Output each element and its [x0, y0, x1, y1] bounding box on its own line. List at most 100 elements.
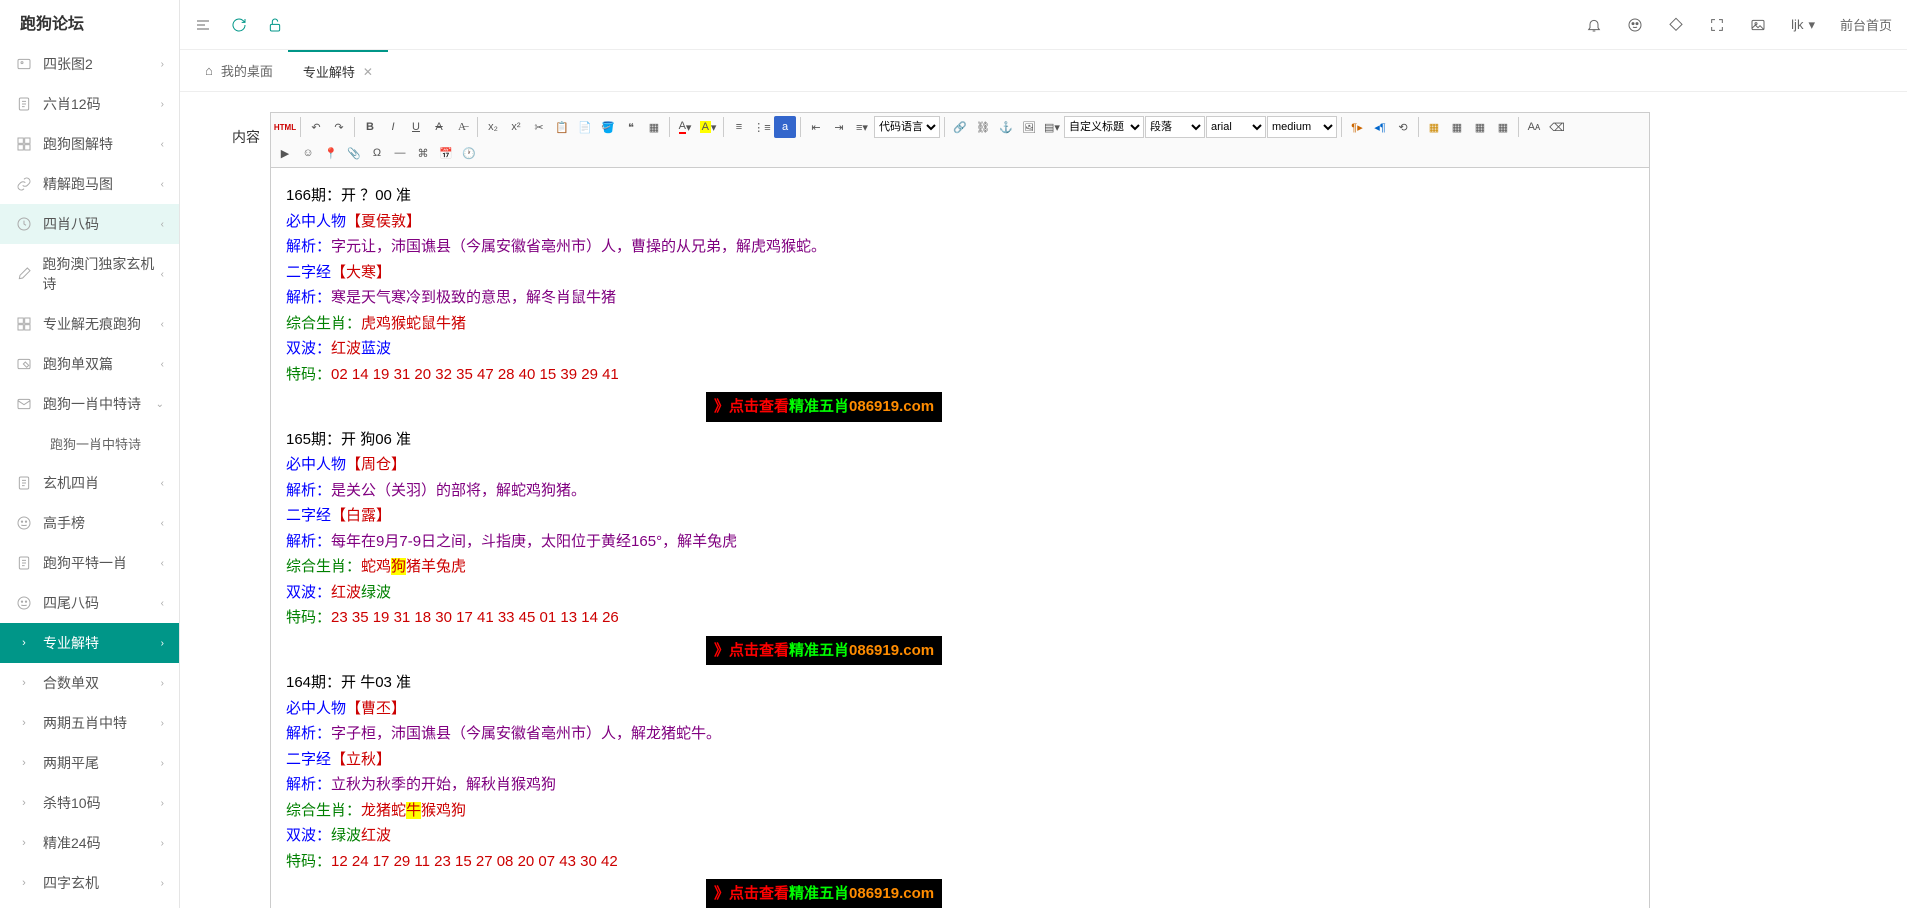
editor-body[interactable]: 166期：开 ？00 准必中人物【夏侯敦】解析：字元让，沛国谯县（今属安徽省亳州…	[270, 168, 1650, 908]
person-label: 必中人物	[286, 456, 346, 473]
right-icon: ›	[15, 794, 33, 812]
sutra-label: 二字经	[286, 264, 331, 281]
redo-button[interactable]: ↷	[328, 116, 350, 138]
analysis-label: 解析：	[286, 776, 331, 793]
style-select[interactable]: 自定义标题	[1064, 116, 1144, 138]
sidebar-item-20[interactable]: ›四字玄机›	[0, 863, 179, 903]
media-button[interactable]: ▶	[274, 142, 296, 164]
sidebar-item-16[interactable]: ›两期五肖中特›	[0, 703, 179, 743]
theme-icon[interactable]	[1627, 17, 1643, 33]
fullscreen-icon[interactable]	[1709, 17, 1725, 33]
sidebar-label: 合数单双	[43, 673, 99, 693]
ul-button[interactable]: ⋮≡	[751, 116, 773, 138]
dir-button[interactable]: ⟲	[1392, 116, 1414, 138]
sidebar-item-0[interactable]: 四张图2›	[0, 44, 179, 84]
indent-button[interactable]: ⇥	[828, 116, 850, 138]
refresh-icon[interactable]	[231, 17, 247, 33]
sidebar-item-6[interactable]: 专业解无痕跑狗‹	[0, 304, 179, 344]
sidebar-item-1[interactable]: 六肖12码›	[0, 84, 179, 124]
sidebar-item-17[interactable]: ›两期平尾›	[0, 743, 179, 783]
italic-button[interactable]: I	[382, 116, 404, 138]
size-select[interactable]: medium	[1267, 116, 1337, 138]
case-button[interactable]: Aᴀ	[1523, 116, 1545, 138]
menu-toggle-icon[interactable]	[195, 17, 211, 33]
paste-button[interactable]: 📄	[574, 116, 596, 138]
unlink-button[interactable]: ⛓	[972, 116, 994, 138]
tag-icon[interactable]	[1668, 17, 1684, 33]
sidebar-item-15[interactable]: ›合数单双›	[0, 663, 179, 703]
codelang-select[interactable]: 代码语言	[874, 116, 940, 138]
emoji-button[interactable]: ☺	[297, 142, 319, 164]
sidebar-item-2[interactable]: 跑狗图解特‹	[0, 124, 179, 164]
promo-banner[interactable]: 》点击查看精准五肖086919.com	[706, 392, 942, 422]
html-source-button[interactable]: HTML	[274, 116, 296, 138]
format-select[interactable]: 段落	[1145, 116, 1205, 138]
pagebreak-button[interactable]: ⌘	[412, 142, 434, 164]
fontcolor-button[interactable]: A▾	[674, 116, 696, 138]
person-value: 【周仓】	[346, 456, 406, 473]
sidebar-item-7[interactable]: 跑狗单双篇‹	[0, 344, 179, 384]
align-right-button[interactable]: ▦	[1469, 116, 1491, 138]
sidebar-item-10[interactable]: 玄机四肖‹	[0, 463, 179, 503]
tab-0[interactable]: ⌂我的桌面	[190, 50, 288, 91]
image-icon[interactable]	[1750, 17, 1766, 33]
promo-banner[interactable]: 》点击查看精准五肖086919.com	[706, 879, 942, 908]
promo-banner[interactable]: 》点击查看精准五肖086919.com	[706, 636, 942, 666]
user-dropdown[interactable]: ljk ▾	[1791, 17, 1815, 33]
sub-button[interactable]: x₂	[482, 116, 504, 138]
copy-button[interactable]: 📋	[551, 116, 573, 138]
tab-1[interactable]: 专业解特✕	[288, 50, 388, 91]
sidebar-item-13[interactable]: 四尾八码‹	[0, 583, 179, 623]
strike-button[interactable]: A	[428, 116, 450, 138]
sidebar-item-14[interactable]: ›专业解特›	[0, 623, 179, 663]
sidebar-item-5[interactable]: 跑狗澳门独家玄机诗‹	[0, 244, 179, 304]
attach-button[interactable]: 📎	[343, 142, 365, 164]
insert-dropdown[interactable]: ▤▾	[1041, 116, 1063, 138]
clear-button[interactable]: ⌫	[1546, 116, 1568, 138]
align-center-button[interactable]: ▦	[1446, 116, 1468, 138]
date-button[interactable]: 📅	[435, 142, 457, 164]
chevron-icon: ‹	[161, 359, 164, 370]
align-left-button[interactable]: ▦	[1423, 116, 1445, 138]
place-button[interactable]: 📍	[320, 142, 342, 164]
sidebar-item-9[interactable]: 跑狗一肖中特诗	[0, 424, 179, 463]
anchor-button[interactable]: ⚓	[995, 116, 1017, 138]
bold-button[interactable]: B	[359, 116, 381, 138]
sidebar-item-12[interactable]: 跑狗平特一肖‹	[0, 543, 179, 583]
underline-button[interactable]: U	[405, 116, 427, 138]
sidebar-item-11[interactable]: 高手榜‹	[0, 503, 179, 543]
source-button[interactable]: ▦	[643, 116, 665, 138]
rtl-button[interactable]: ◂¶	[1369, 116, 1391, 138]
undo-button[interactable]: ↶	[305, 116, 327, 138]
lock-icon[interactable]	[267, 17, 283, 33]
sidebar-label: 高手榜	[43, 513, 85, 533]
quote-button[interactable]: ❝	[620, 116, 642, 138]
time-button[interactable]: 🕐	[458, 142, 480, 164]
ol-button[interactable]: ≡	[728, 116, 750, 138]
fill-button[interactable]: 🪣	[597, 116, 619, 138]
align-dropdown[interactable]: ≡▾	[851, 116, 873, 138]
sidebar-item-8[interactable]: 跑狗一肖中特诗⌄	[0, 384, 179, 424]
sidebar-item-4[interactable]: 四肖八码‹	[0, 204, 179, 244]
font-select[interactable]: arial	[1206, 116, 1266, 138]
align-just-button[interactable]: ▦	[1492, 116, 1514, 138]
sidebar-item-21[interactable]: ›前后生肖›	[0, 903, 179, 908]
ltr-button[interactable]: ¶▸	[1346, 116, 1368, 138]
cut-button[interactable]: ✂	[528, 116, 550, 138]
bell-icon[interactable]	[1586, 17, 1602, 33]
bgcolor-button[interactable]: A▾	[697, 116, 719, 138]
hr-button[interactable]: —	[389, 142, 411, 164]
sidebar-item-19[interactable]: ›精准24码›	[0, 823, 179, 863]
special-button[interactable]: Ω	[366, 142, 388, 164]
char-button[interactable]: a	[774, 116, 796, 138]
sidebar-item-3[interactable]: 精解跑马图‹	[0, 164, 179, 204]
sidebar-label: 四张图2	[43, 54, 93, 74]
image-button[interactable]: 🖼	[1018, 116, 1040, 138]
sup-button[interactable]: x²	[505, 116, 527, 138]
outdent-button[interactable]: ⇤	[805, 116, 827, 138]
frontpage-link[interactable]: 前台首页	[1840, 15, 1892, 34]
clear-format-button[interactable]: A̶	[451, 116, 473, 138]
link-button[interactable]: 🔗	[949, 116, 971, 138]
close-icon[interactable]: ✕	[363, 65, 373, 79]
sidebar-item-18[interactable]: ›杀特10码›	[0, 783, 179, 823]
